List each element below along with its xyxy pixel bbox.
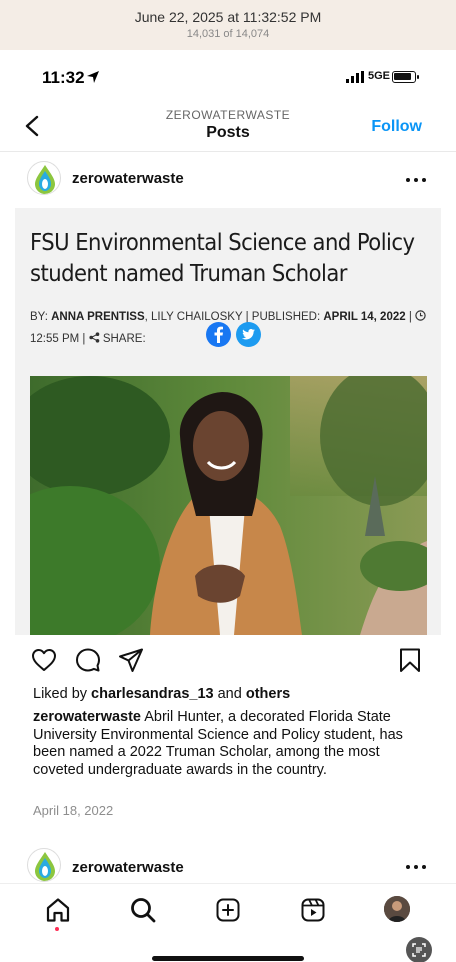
- heart-icon[interactable]: [30, 646, 58, 674]
- follow-button[interactable]: Follow: [371, 118, 422, 136]
- photo-count: 14,031 of 14,074: [186, 28, 270, 40]
- reels-icon[interactable]: [299, 896, 327, 924]
- phone-screen: 11:32 5GE ZEROWATERWASTE Posts Follow ze…: [0, 50, 456, 962]
- create-icon[interactable]: [214, 896, 242, 924]
- water-drop-logo-icon: [35, 852, 55, 881]
- comment-icon[interactable]: [74, 646, 102, 674]
- status-bar: 11:32 5GE: [0, 50, 456, 100]
- bottom-tab-bar: [0, 883, 456, 937]
- next-post-header: zerowaterwaste: [0, 845, 456, 885]
- home-indicator-area: [0, 937, 456, 962]
- post-date: April 18, 2022: [33, 803, 114, 818]
- share-nodes-icon: [89, 332, 99, 343]
- byline-published-date: APRIL 14, 2022: [323, 311, 406, 323]
- bookmark-icon[interactable]: [396, 646, 424, 674]
- post-username[interactable]: zerowaterwaste: [72, 170, 184, 187]
- byline-by-label: BY:: [30, 311, 48, 323]
- search-icon[interactable]: [129, 896, 157, 924]
- byline-author-2: , LILY CHAILOSKY | PUBLISHED:: [144, 311, 321, 323]
- clock-icon: [415, 310, 426, 321]
- battery-icon: [392, 71, 419, 83]
- twitter-icon: [236, 322, 261, 347]
- post-header: zerowaterwaste: [0, 154, 456, 208]
- article-photo: [15, 366, 440, 635]
- more-options-icon[interactable]: [406, 865, 426, 869]
- likes-and: and: [217, 686, 242, 702]
- location-arrow-icon: [87, 71, 99, 83]
- home-icon[interactable]: [44, 896, 72, 924]
- home-indicator[interactable]: [152, 956, 304, 961]
- photo-date: June 22, 2025 at 11:32:52 PM: [134, 9, 322, 25]
- likes-prefix: Liked by: [33, 686, 88, 702]
- post-actions: [0, 646, 456, 676]
- notification-dot: [55, 927, 59, 931]
- post-caption: zerowaterwaste Abril Hunter, a decorated…: [33, 709, 428, 779]
- byline-author-1: ANNA PRENTISS: [51, 311, 145, 323]
- top-navigation: ZEROWATERWASTE Posts Follow: [0, 100, 456, 152]
- live-text-scan-icon[interactable]: [406, 937, 432, 962]
- status-time: 11:32: [42, 68, 85, 87]
- facebook-icon: [206, 322, 231, 347]
- zerowaterwaste-avatar[interactable]: [27, 848, 61, 882]
- network-type: 5GE: [368, 70, 391, 82]
- post-image[interactable]: FSU Environmental Science and Policy stu…: [15, 208, 441, 635]
- next-post-username[interactable]: zerowaterwaste: [72, 859, 184, 876]
- zerowaterwaste-avatar[interactable]: [27, 161, 61, 195]
- byline-share-label: SHARE:: [102, 333, 146, 345]
- share-icon[interactable]: [117, 646, 145, 674]
- liked-by-user[interactable]: charlesandras_13: [91, 686, 214, 702]
- photo-metadata-bar: June 22, 2025 at 11:32:52 PM 14,031 of 1…: [0, 0, 456, 50]
- caption-username[interactable]: zerowaterwaste: [33, 709, 141, 725]
- article-headline: FSU Environmental Science and Policy stu…: [30, 230, 415, 287]
- byline-time: 12:55 PM: [30, 333, 80, 345]
- likes-others[interactable]: others: [246, 686, 290, 702]
- signal-icon: [346, 71, 364, 83]
- water-drop-logo-icon: [35, 165, 55, 194]
- likes-summary[interactable]: Liked by charlesandras_13 and others: [33, 686, 290, 702]
- more-options-icon[interactable]: [406, 178, 426, 182]
- profile-avatar[interactable]: [384, 896, 410, 922]
